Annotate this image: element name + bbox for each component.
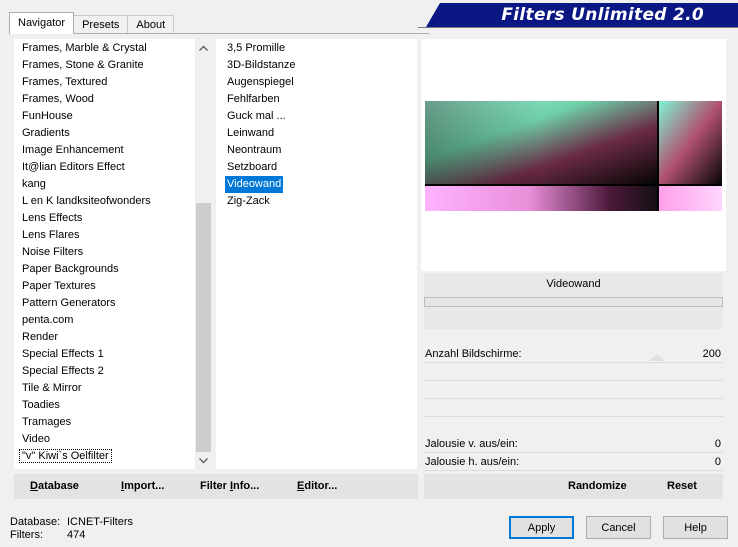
filter-items: 3,5 Promille 3D-Bildstanze Augenspiegel Feh… bbox=[225, 40, 297, 210]
category-item[interactable]: Frames, Marble & Crystal bbox=[14, 40, 151, 57]
scroll-thumb[interactable] bbox=[196, 203, 211, 452]
filter-row[interactable]: Videowand bbox=[225, 176, 297, 193]
tab-about[interactable]: About bbox=[127, 15, 175, 34]
filter-item[interactable]: 3,5 Promille bbox=[225, 40, 287, 57]
category-item[interactable]: Frames, Stone & Granite bbox=[14, 57, 151, 74]
category-item[interactable]: Toadies bbox=[14, 397, 151, 414]
filter-item[interactable]: Neontraum bbox=[225, 142, 283, 159]
category-item[interactable]: FunHouse bbox=[14, 108, 151, 125]
slider-thumb[interactable] bbox=[649, 354, 665, 361]
category-item[interactable]: Lens Flares bbox=[14, 227, 151, 244]
slider-label: Anzahl Bildschirme: bbox=[425, 348, 522, 360]
category-item[interactable]: Image Enhancement bbox=[14, 142, 151, 159]
category-item[interactable]: Tramages bbox=[14, 414, 151, 431]
category-item-label: "v" Kiwi`s Oelfilter bbox=[19, 449, 112, 463]
category-item[interactable]: Lens Effects bbox=[14, 210, 151, 227]
filter-row[interactable]: Guck mal ... bbox=[225, 108, 297, 125]
database-button[interactable]: Database bbox=[30, 480, 79, 492]
category-item[interactable]: penta.com bbox=[14, 312, 151, 329]
filter-row[interactable]: Setzboard bbox=[225, 159, 297, 176]
slider-empty-2 bbox=[424, 398, 723, 399]
status-area: Database: ICNET-Filters Filters: 474 bbox=[10, 516, 133, 542]
slider-value: 0 bbox=[714, 456, 721, 468]
filter-name-box: Videowand bbox=[424, 273, 723, 329]
slider-label: Jalousie h. aus/ein: bbox=[425, 456, 520, 468]
filter-row[interactable]: Zig-Zack bbox=[225, 193, 297, 210]
filter-item[interactable]: Augenspiegel bbox=[225, 74, 296, 91]
slider-track bbox=[424, 470, 723, 471]
filter-item[interactable]: Zig-Zack bbox=[225, 193, 272, 210]
scroll-down-button[interactable] bbox=[195, 452, 212, 469]
category-item[interactable]: Video bbox=[14, 431, 151, 448]
slider-anzahl-bildschirme[interactable]: Anzahl Bildschirme: 200 bbox=[424, 345, 723, 363]
slider-label: Jalousie v. aus/ein: bbox=[425, 438, 518, 450]
tab-presets[interactable]: Presets bbox=[73, 15, 129, 34]
filter-item[interactable]: 3D-Bildstanze bbox=[225, 57, 297, 74]
filter-row[interactable]: Neontraum bbox=[225, 142, 297, 159]
category-item[interactable]: Tile & Mirror bbox=[14, 380, 151, 397]
category-item[interactable]: kang bbox=[14, 176, 151, 193]
slider-jalousie-v[interactable]: Jalousie v. aus/ein: 0 bbox=[424, 435, 723, 453]
slider-empty-3 bbox=[424, 416, 723, 417]
filter-row[interactable]: Augenspiegel bbox=[225, 74, 297, 91]
category-item[interactable]: Pattern Generators bbox=[14, 295, 151, 312]
preview-image bbox=[425, 101, 722, 211]
filter-list[interactable]: 3,5 Promille 3D-Bildstanze Augenspiegel Feh… bbox=[216, 39, 417, 469]
filter-item[interactable]: Leinwand bbox=[225, 125, 276, 142]
filter-row[interactable]: Fehlfarben bbox=[225, 91, 297, 108]
slider-jalousie-h[interactable]: Jalousie h. aus/ein: 0 bbox=[424, 453, 723, 471]
filter-row[interactable]: Leinwand bbox=[225, 125, 297, 142]
chevron-down-icon bbox=[199, 457, 208, 463]
filter-row[interactable]: 3,5 Promille bbox=[225, 40, 297, 57]
category-item[interactable]: Frames, Wood bbox=[14, 91, 151, 108]
app-title: Filters Unlimited 2.0 bbox=[501, 5, 704, 25]
left-action-bar: Database Import... Filter Info... Editor… bbox=[14, 474, 418, 499]
banner-divider bbox=[418, 27, 738, 28]
editor-button[interactable]: Editor... bbox=[297, 480, 337, 492]
category-item[interactable]: Special Effects 1 bbox=[14, 346, 151, 363]
category-item[interactable]: Gradients bbox=[14, 125, 151, 142]
category-item[interactable]: Paper Backgrounds bbox=[14, 261, 151, 278]
cancel-button[interactable]: Cancel bbox=[586, 516, 651, 539]
filter-item[interactable]: Guck mal ... bbox=[225, 108, 288, 125]
category-item[interactable]: L en K landksiteofwonders bbox=[14, 193, 151, 210]
slider-empty-1 bbox=[424, 380, 723, 381]
filter-item-selected[interactable]: Videowand bbox=[225, 176, 284, 193]
category-list[interactable]: Frames, Marble & Crystal Frames, Stone & … bbox=[14, 39, 212, 469]
category-item[interactable]: "v" Kiwi`s Oelfilter bbox=[14, 448, 151, 465]
filter-row[interactable]: 3D-Bildstanze bbox=[225, 57, 297, 74]
chevron-up-icon bbox=[199, 45, 208, 51]
reset-button[interactable]: Reset bbox=[667, 480, 697, 492]
category-scrollbar[interactable] bbox=[195, 39, 212, 469]
scroll-up-button[interactable] bbox=[195, 39, 212, 56]
slider-value: 200 bbox=[702, 348, 721, 360]
progress-bar bbox=[424, 297, 723, 307]
filter-info-button[interactable]: Filter Info... bbox=[200, 480, 259, 492]
slider-value: 0 bbox=[714, 438, 721, 450]
status-filters-value: 474 bbox=[67, 529, 86, 541]
filter-item[interactable]: Fehlfarben bbox=[225, 91, 282, 108]
import-button[interactable]: Import... bbox=[121, 480, 164, 492]
tab-bar: Navigator Presets About bbox=[9, 12, 175, 34]
status-database-value: ICNET-Filters bbox=[67, 516, 133, 528]
category-item[interactable]: Paper Textures bbox=[14, 278, 151, 295]
selected-filter-name: Videowand bbox=[546, 278, 601, 290]
category-item[interactable]: Special Effects 2 bbox=[14, 363, 151, 380]
preview-panel bbox=[421, 39, 726, 271]
apply-button[interactable]: Apply bbox=[509, 516, 574, 539]
category-item[interactable]: Noise Filters bbox=[14, 244, 151, 261]
help-button[interactable]: Help bbox=[663, 516, 728, 539]
filter-item[interactable]: Setzboard bbox=[225, 159, 279, 176]
status-filters-label: Filters: bbox=[10, 529, 43, 541]
category-items: Frames, Marble & Crystal Frames, Stone & … bbox=[14, 40, 151, 465]
tab-navigator[interactable]: Navigator bbox=[9, 12, 75, 34]
slider-track bbox=[424, 362, 723, 363]
category-item[interactable]: Render bbox=[14, 329, 151, 346]
category-item[interactable]: It@lian Editors Effect bbox=[14, 159, 151, 176]
category-item[interactable]: Frames, Textured bbox=[14, 74, 151, 91]
randomize-button[interactable]: Randomize bbox=[568, 480, 627, 492]
title-banner: Filters Unlimited 2.0 bbox=[426, 3, 738, 27]
status-database-label: Database: bbox=[10, 516, 61, 528]
right-action-bar: Randomize Reset bbox=[424, 474, 723, 499]
